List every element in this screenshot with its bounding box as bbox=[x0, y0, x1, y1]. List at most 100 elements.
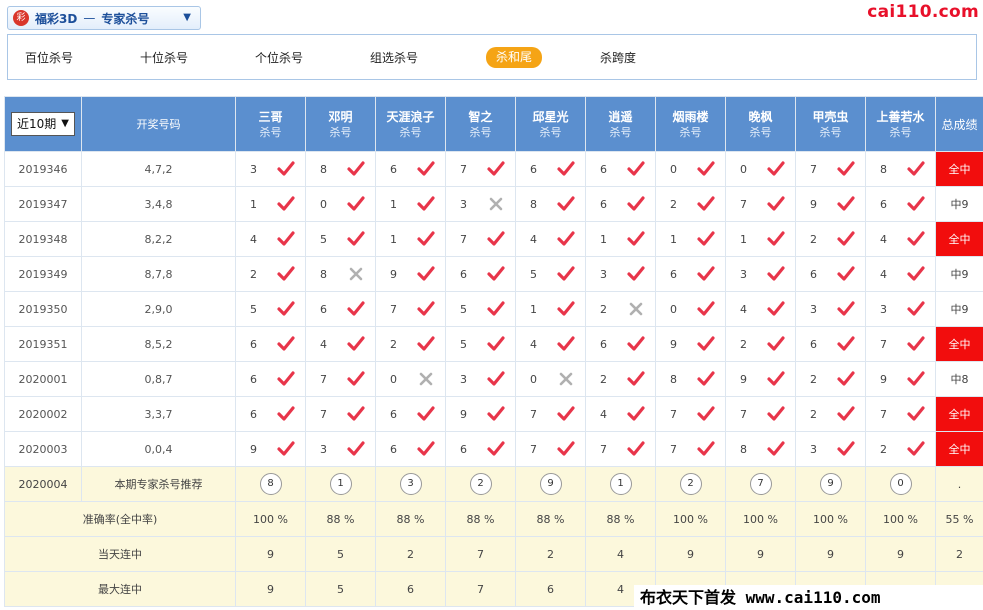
check-icon bbox=[277, 231, 295, 246]
summary-value: 2 bbox=[375, 536, 446, 572]
table-row: 2020002 3,3,7 6 7 6 9 7 4 7 7 2 7 全中 bbox=[4, 396, 983, 432]
check-icon bbox=[277, 301, 295, 316]
pick-content: 2 bbox=[867, 440, 935, 458]
pick-content: 4 bbox=[727, 300, 795, 318]
table-row: 2019350 2,9,0 5 6 7 5 1 2 0 4 3 3 中9 bbox=[4, 291, 983, 327]
summary-value: 88 % bbox=[515, 501, 586, 537]
pick-number: 1 bbox=[390, 197, 397, 211]
check-icon bbox=[557, 406, 575, 421]
pick-number: 2 bbox=[740, 337, 747, 351]
pick-number: 0 bbox=[740, 162, 747, 176]
check-icon bbox=[347, 161, 365, 176]
cross-icon bbox=[629, 302, 643, 316]
pick-content: 7 bbox=[727, 195, 795, 213]
check-icon bbox=[347, 441, 365, 456]
pick-content: 6 bbox=[237, 405, 305, 423]
pick-cell: 2 bbox=[725, 326, 796, 362]
pick-content: 0 bbox=[727, 160, 795, 178]
check-icon bbox=[907, 441, 925, 456]
pick-content: 6 bbox=[517, 160, 585, 178]
issue-cell: 2020004 bbox=[4, 466, 82, 502]
pick-number: 6 bbox=[250, 407, 257, 421]
lottery-select[interactable]: 彩 福彩3D — 专家杀号 ▼ bbox=[7, 6, 201, 30]
total-result: 中8 bbox=[935, 361, 983, 397]
pick-content: 4 bbox=[517, 335, 585, 353]
pick-number: 9 bbox=[460, 407, 467, 421]
tab-group[interactable]: 组选杀号 bbox=[370, 48, 418, 68]
expert-header: 邓明 杀号 bbox=[305, 96, 376, 152]
tab-tens[interactable]: 十位杀号 bbox=[140, 48, 188, 68]
pick-content: 2 bbox=[587, 300, 655, 318]
brand-logo[interactable]: cai110.com bbox=[867, 2, 979, 22]
pick-content: 1 bbox=[587, 230, 655, 248]
check-icon bbox=[907, 231, 925, 246]
pick-content: 2 bbox=[237, 265, 305, 283]
period-select[interactable]: 近10期 ▼ bbox=[11, 112, 75, 136]
pick-content: 6 bbox=[587, 195, 655, 213]
pick-content: 5 bbox=[517, 265, 585, 283]
pick-content: 6 bbox=[377, 160, 445, 178]
pick-number: 6 bbox=[390, 162, 397, 176]
check-icon bbox=[347, 231, 365, 246]
check-icon bbox=[697, 336, 715, 351]
pick-cell: 8 bbox=[515, 186, 586, 222]
check-icon bbox=[277, 371, 295, 386]
pick-number: 3 bbox=[250, 162, 257, 176]
check-icon bbox=[487, 266, 505, 281]
pick-cell: 4 bbox=[725, 291, 796, 327]
pick-number: 3 bbox=[600, 267, 607, 281]
pick-number: 6 bbox=[810, 267, 817, 281]
cross-icon bbox=[489, 197, 503, 211]
check-icon bbox=[767, 231, 785, 246]
pick-number: 7 bbox=[460, 162, 467, 176]
summary-value: 9 bbox=[795, 536, 866, 572]
check-icon bbox=[907, 406, 925, 421]
check-icon bbox=[837, 301, 855, 316]
pick-content: 6 bbox=[307, 300, 375, 318]
pick-cell: 9 bbox=[375, 256, 446, 292]
pick-content: 7 bbox=[867, 405, 935, 423]
check-icon bbox=[277, 336, 295, 351]
summary-value: 5 bbox=[305, 536, 376, 572]
pick-cell: 7 bbox=[655, 431, 726, 467]
pick-content: 9 bbox=[797, 195, 865, 213]
pick-number: 2 bbox=[390, 337, 397, 351]
pick-content: 8 bbox=[657, 370, 725, 388]
expert-header: 天涯浪子 杀号 bbox=[375, 96, 446, 152]
pick-cell: 8 bbox=[865, 151, 936, 187]
pick-number: 3 bbox=[810, 302, 817, 316]
pick-number: 3 bbox=[740, 267, 747, 281]
expert-name: 晚枫 bbox=[748, 109, 773, 124]
pick-content: 6 bbox=[447, 265, 515, 283]
pick-content: 8 bbox=[517, 195, 585, 213]
check-icon bbox=[697, 231, 715, 246]
pick-content: 7 bbox=[307, 370, 375, 388]
check-icon bbox=[767, 441, 785, 456]
pick-cell: 9 bbox=[445, 396, 516, 432]
recommend-total: . bbox=[935, 466, 983, 502]
summary-total: 55 % bbox=[935, 501, 983, 537]
pick-number: 2 bbox=[670, 197, 677, 211]
summary-value: 9 bbox=[865, 536, 936, 572]
recommend-ball: 2 bbox=[679, 473, 702, 495]
check-icon bbox=[627, 161, 645, 176]
tab-units[interactable]: 个位杀号 bbox=[255, 48, 303, 68]
check-icon bbox=[417, 231, 435, 246]
pick-cell: 9 bbox=[235, 431, 306, 467]
expert-name: 天涯浪子 bbox=[386, 109, 435, 124]
check-icon bbox=[627, 371, 645, 386]
issue-cell: 2020003 bbox=[4, 431, 82, 467]
pick-cell: 8 bbox=[305, 151, 376, 187]
cross-icon bbox=[559, 372, 573, 386]
table-row: 2019351 8,5,2 6 4 2 5 4 6 9 2 6 7 全中 bbox=[4, 326, 983, 362]
tab-span[interactable]: 杀跨度 bbox=[600, 48, 636, 68]
tab-hundreds[interactable]: 百位杀号 bbox=[25, 48, 73, 68]
pick-content: 9 bbox=[377, 265, 445, 283]
pick-cell: 7 bbox=[585, 431, 656, 467]
check-icon bbox=[347, 406, 365, 421]
tab-sum-tail[interactable]: 杀和尾 bbox=[486, 47, 543, 68]
check-icon bbox=[417, 336, 435, 351]
pick-content: 4 bbox=[237, 230, 305, 248]
pick-cell: 4 bbox=[515, 221, 586, 257]
expert-sub-label: 杀号 bbox=[469, 125, 492, 139]
